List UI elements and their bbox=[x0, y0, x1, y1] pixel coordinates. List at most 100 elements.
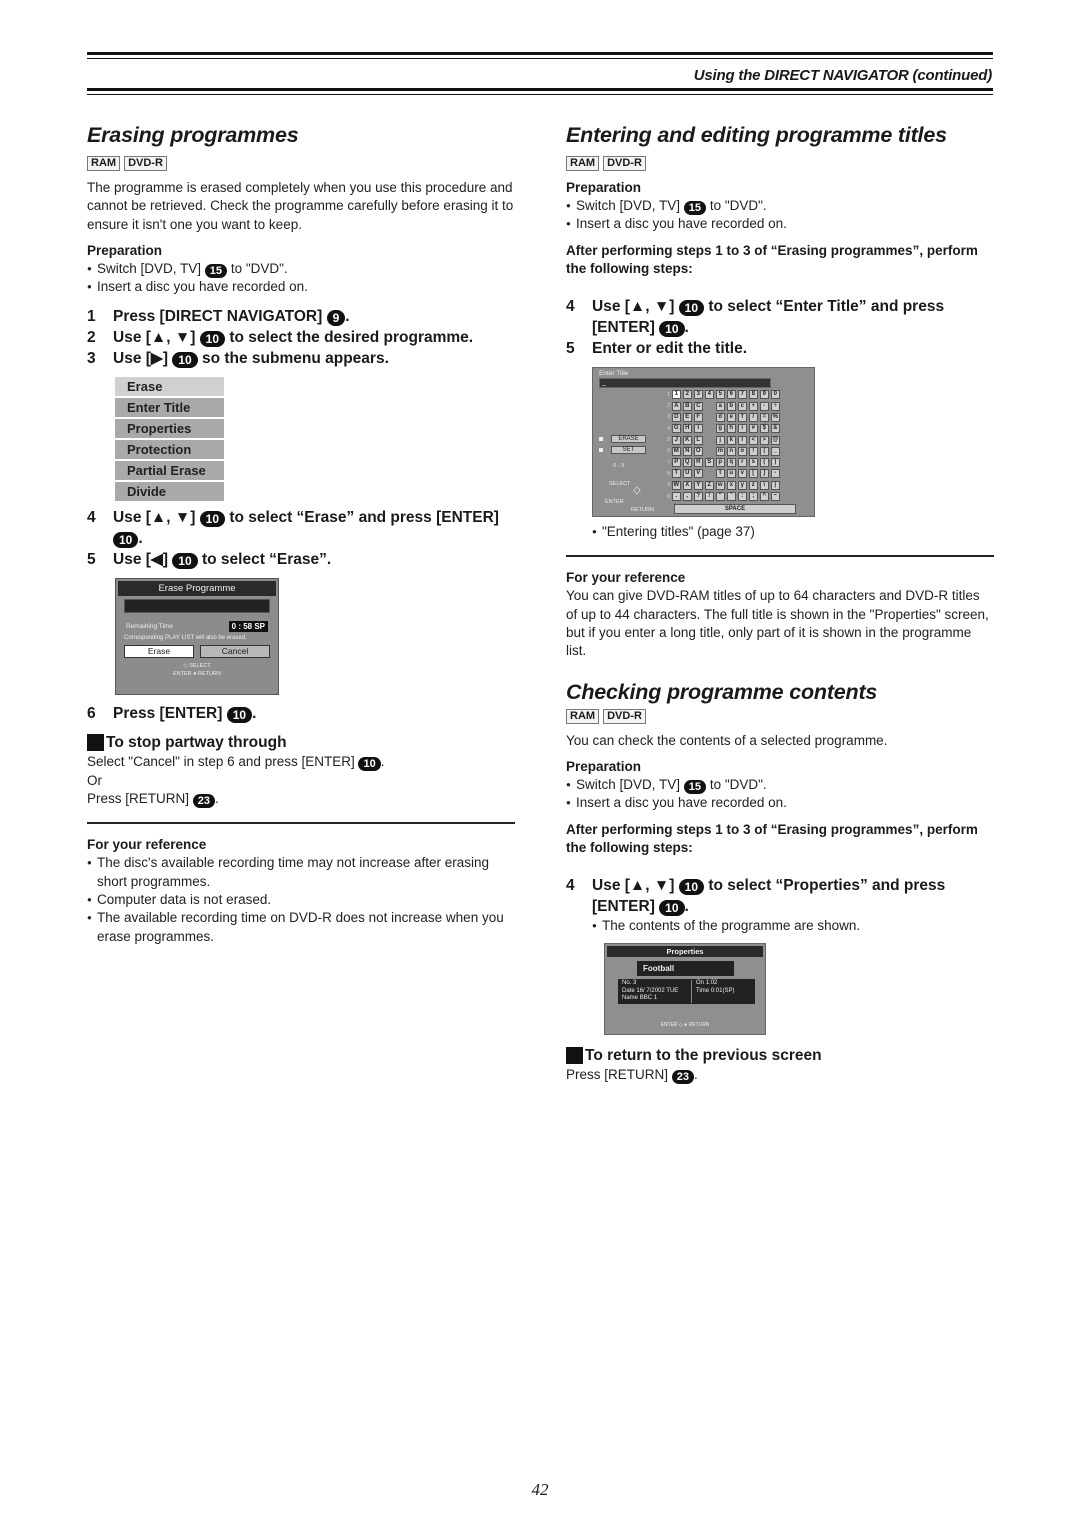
keyboard-key[interactable]: S bbox=[705, 458, 714, 468]
keyboard-key[interactable]: , bbox=[683, 492, 692, 501]
keyboard-key[interactable]: C bbox=[694, 401, 703, 411]
keyboard-key[interactable]: : bbox=[738, 492, 747, 501]
keyboard-key[interactable]: \ bbox=[760, 480, 769, 490]
keyboard-key[interactable]: $ bbox=[760, 424, 769, 434]
keyboard-key[interactable]: - bbox=[771, 469, 780, 479]
keyboard-key[interactable]: 0 bbox=[771, 390, 780, 400]
keyboard-key[interactable]: W bbox=[672, 480, 681, 490]
keyboard-key[interactable]: ÷ bbox=[771, 401, 780, 411]
keyboard-key[interactable]: ( bbox=[760, 458, 769, 468]
submenu-item-protection[interactable]: Protection bbox=[115, 440, 224, 460]
keyboard-key[interactable]: < bbox=[749, 435, 758, 445]
keyboard-key[interactable]: ^ bbox=[760, 492, 769, 501]
keyboard-key[interactable]: l bbox=[738, 435, 747, 445]
keyboard-key[interactable]: c bbox=[738, 401, 747, 411]
space-key[interactable]: SPACE bbox=[674, 504, 796, 515]
keyboard-key[interactable]: K bbox=[683, 435, 692, 445]
keyboard-key[interactable]: N bbox=[683, 446, 692, 456]
keyboard-key[interactable]: b bbox=[727, 401, 736, 411]
keyboard-key[interactable]: / bbox=[749, 412, 758, 422]
keyboard-key[interactable]: + bbox=[749, 401, 758, 411]
keyboard-key[interactable]: 8 bbox=[749, 390, 758, 400]
submenu-item-enter-title[interactable]: Enter Title bbox=[115, 398, 224, 418]
submenu-item-erase[interactable]: Erase bbox=[115, 377, 224, 397]
title-input[interactable]: _ bbox=[599, 378, 771, 389]
keyboard-key[interactable]: U bbox=[683, 469, 692, 479]
keyboard-key[interactable]: ' bbox=[727, 492, 736, 501]
erase-button[interactable]: Erase bbox=[124, 645, 194, 659]
keyboard-key[interactable]: p bbox=[716, 458, 725, 468]
keyboard-key[interactable]: | bbox=[771, 480, 780, 490]
keyboard-key[interactable]: ; bbox=[749, 492, 758, 501]
keyboard-key[interactable]: D bbox=[672, 412, 681, 422]
keyboard-key[interactable]: v bbox=[738, 469, 747, 479]
keyboard-key[interactable]: X bbox=[683, 480, 692, 490]
keyboard-key[interactable]: J bbox=[672, 435, 681, 445]
keyboard-key[interactable]: r bbox=[738, 458, 747, 468]
keyboard-key[interactable]: [ bbox=[749, 469, 758, 479]
keyboard-key[interactable]: M bbox=[672, 446, 681, 456]
keyboard-key[interactable]: t bbox=[716, 469, 725, 479]
keyboard-key[interactable]: = bbox=[760, 412, 769, 422]
keyboard-key[interactable]: j bbox=[716, 435, 725, 445]
keyboard-key[interactable]: m bbox=[716, 446, 725, 456]
keyboard-key[interactable]: 6 bbox=[727, 390, 736, 400]
erase-key[interactable]: ERASE bbox=[599, 435, 646, 444]
keyboard-key[interactable]: E bbox=[683, 412, 692, 422]
keyboard-key[interactable]: g bbox=[716, 424, 725, 434]
see-also-link[interactable]: "Entering titles" (page 37) bbox=[592, 523, 994, 541]
keyboard-key[interactable]: q bbox=[727, 458, 736, 468]
keyboard-key[interactable]: 9 bbox=[760, 390, 769, 400]
keyboard-key[interactable]: 4 bbox=[705, 390, 714, 400]
keyboard-key[interactable]: 7 bbox=[738, 390, 747, 400]
keyboard-key[interactable]: d bbox=[716, 412, 725, 422]
keyboard-key[interactable]: ) bbox=[771, 458, 780, 468]
cancel-button[interactable]: Cancel bbox=[200, 645, 270, 659]
keyboard-key[interactable]: Z bbox=[705, 480, 714, 490]
keyboard-key[interactable]: y bbox=[738, 480, 747, 490]
keyboard-key[interactable]: @ bbox=[771, 435, 780, 445]
keyboard-key[interactable]: A bbox=[672, 401, 681, 411]
keyboard-key[interactable]: z bbox=[749, 480, 758, 490]
keyboard-key[interactable]: P bbox=[672, 458, 681, 468]
submenu-item-partial-erase[interactable]: Partial Erase bbox=[115, 461, 224, 481]
keyboard-key[interactable]: I bbox=[694, 424, 703, 434]
keyboard-key[interactable]: L bbox=[694, 435, 703, 445]
keyboard-key[interactable]: Q bbox=[683, 458, 692, 468]
set-key[interactable]: SET bbox=[599, 446, 646, 455]
keyboard-key[interactable]: s bbox=[749, 458, 758, 468]
keyboard-key[interactable]: R bbox=[694, 458, 703, 468]
keyboard-key[interactable]: ~ bbox=[771, 492, 780, 501]
keyboard-key[interactable]: % bbox=[771, 412, 780, 422]
keyboard-key[interactable]: G bbox=[672, 424, 681, 434]
keyboard-key[interactable]: ! bbox=[749, 446, 758, 456]
keyboard-key[interactable]: ! bbox=[705, 492, 714, 501]
keyboard-key[interactable]: n bbox=[727, 446, 736, 456]
keyboard-key[interactable]: Y bbox=[694, 480, 703, 490]
keyboard-key[interactable]: a bbox=[716, 401, 725, 411]
keyboard-key[interactable]: e bbox=[727, 412, 736, 422]
keyboard-key[interactable]: u bbox=[727, 469, 736, 479]
keyboard-key[interactable]: " bbox=[716, 492, 725, 501]
keyboard-key[interactable]: T bbox=[672, 469, 681, 479]
keyboard-key[interactable]: 3 bbox=[694, 390, 703, 400]
keyboard-key[interactable]: i bbox=[738, 424, 747, 434]
keyboard-key[interactable]: O bbox=[694, 446, 703, 456]
keyboard-key[interactable]: B bbox=[683, 401, 692, 411]
keyboard-key[interactable]: x bbox=[727, 480, 736, 490]
keyboard-key[interactable]: F bbox=[694, 412, 703, 422]
keyboard-key[interactable]: . bbox=[672, 492, 681, 501]
keyboard-key[interactable]: w bbox=[716, 480, 725, 490]
keyboard-key[interactable]: & bbox=[771, 424, 780, 434]
keyboard-key[interactable]: f bbox=[738, 412, 747, 422]
keyboard-key[interactable]: k bbox=[727, 435, 736, 445]
keyboard-key[interactable]: _ bbox=[771, 446, 780, 456]
keyboard-key[interactable]: ] bbox=[760, 469, 769, 479]
keyboard-key[interactable]: > bbox=[760, 435, 769, 445]
keyboard-key[interactable]: 2 bbox=[683, 390, 692, 400]
keyboard-key[interactable]: h bbox=[727, 424, 736, 434]
submenu-item-divide[interactable]: Divide bbox=[115, 482, 224, 502]
keyboard-key[interactable]: 1 bbox=[672, 390, 681, 400]
keyboard-key[interactable]: ? bbox=[694, 492, 703, 501]
keyboard-key[interactable]: | bbox=[760, 446, 769, 456]
